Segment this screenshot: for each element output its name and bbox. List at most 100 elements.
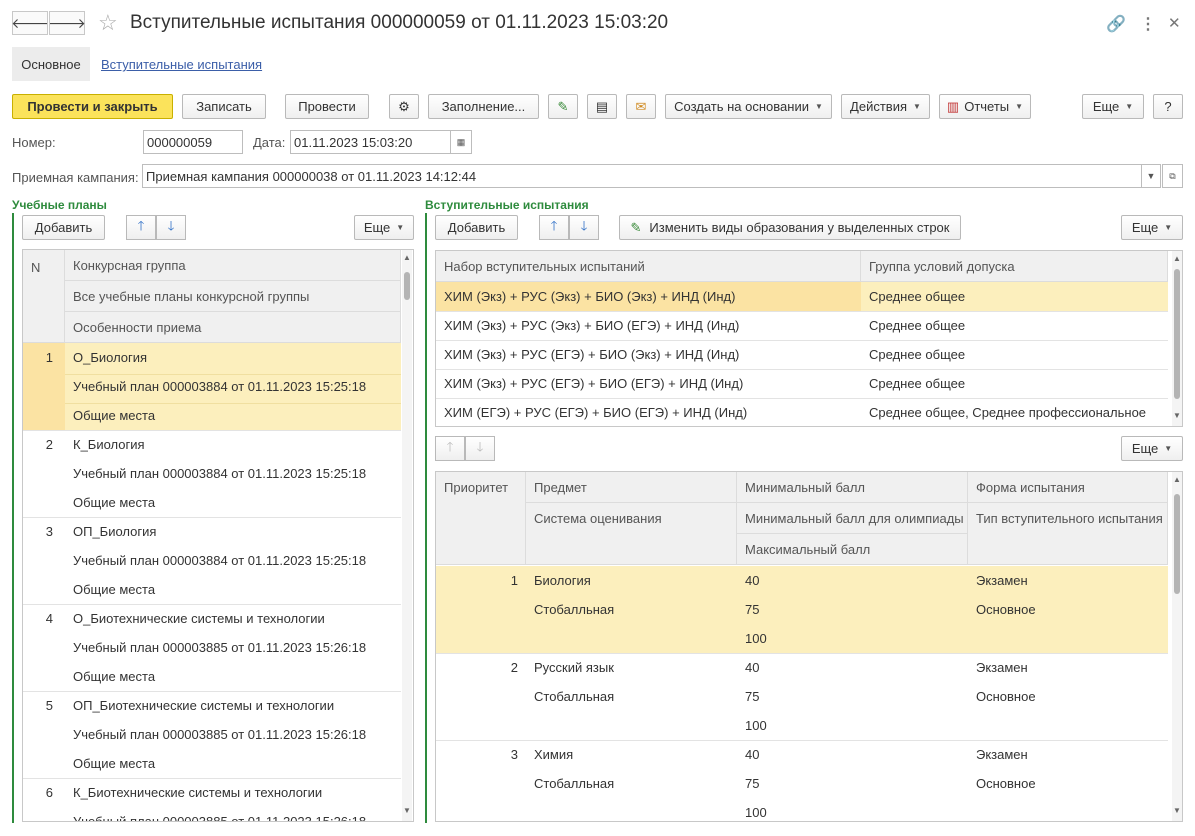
admission-features-cell[interactable]: Общие места xyxy=(65,488,401,517)
post-button[interactable]: Провести xyxy=(285,94,369,119)
move-up-icon[interactable]: 🡑 xyxy=(435,436,465,461)
sets-scrollbar[interactable]: ▲ ▼ xyxy=(1172,251,1182,426)
more-vertical-icon[interactable]: ⋮ xyxy=(1140,14,1156,34)
study-plan-cell[interactable]: Учебный план 000003884 от 01.11.2023 15:… xyxy=(65,546,401,575)
document-icon[interactable]: ▤ xyxy=(587,94,617,119)
post-and-close-button[interactable]: Провести и закрыть xyxy=(12,94,173,119)
row-number[interactable]: 6 xyxy=(23,778,65,807)
min-olympiad-cell[interactable]: 75 xyxy=(737,682,968,711)
row-number[interactable]: 1 xyxy=(23,343,65,372)
mail-icon[interactable]: ✉ xyxy=(626,94,656,119)
actions-button[interactable]: Действия ▼ xyxy=(841,94,930,119)
test-set-cell[interactable]: ХИМ (ЕГЭ) + РУС (ЕГЭ) + БИО (ЕГЭ) + ИНД … xyxy=(436,398,861,426)
header-test-set[interactable]: Набор вступительных испытаний xyxy=(436,251,861,282)
test-form-cell[interactable]: Экзамен xyxy=(968,653,1168,682)
edit-history-icon[interactable]: ✎ xyxy=(548,94,578,119)
row-number[interactable]: 5 xyxy=(23,691,65,720)
grading-system-cell[interactable]: Стобалльная xyxy=(526,682,737,711)
right-add-button[interactable]: Добавить xyxy=(435,215,518,240)
competitive-group-cell[interactable]: О_Биотехнические системы и технологии xyxy=(65,604,401,633)
write-button[interactable]: Записать xyxy=(182,94,266,119)
reports-button[interactable]: ▥ Отчеты ▼ xyxy=(939,94,1031,119)
admission-conditions-cell[interactable]: Среднее общее xyxy=(861,340,1168,369)
date-field[interactable]: 01.11.2023 15:03:20 xyxy=(290,130,451,154)
test-set-cell[interactable]: ХИМ (Экз) + РУС (Экз) + БИО (Экз) + ИНД … xyxy=(436,282,861,311)
left-scrollbar[interactable]: ▲ ▼ xyxy=(402,250,412,821)
admission-features-cell[interactable]: Общие места xyxy=(65,575,401,604)
test-set-cell[interactable]: ХИМ (Экз) + РУС (Экз) + БИО (ЕГЭ) + ИНД … xyxy=(436,311,861,340)
priority-cell[interactable]: 3 xyxy=(436,740,526,769)
competitive-group-cell[interactable]: К_Биотехнические системы и технологии xyxy=(65,778,401,807)
left-more-button[interactable]: Еще ▼ xyxy=(354,215,414,240)
row-number[interactable]: 3 xyxy=(23,517,65,546)
header-admission-features[interactable]: Особенности приема xyxy=(65,312,401,343)
move-up-icon[interactable]: 🡑 xyxy=(539,215,569,240)
subject-cell[interactable]: Русский язык xyxy=(526,653,737,682)
competitive-group-cell[interactable]: К_Биология xyxy=(65,430,401,459)
subject-cell[interactable]: Химия xyxy=(526,740,737,769)
tab-entrance-tests-link[interactable]: Вступительные испытания xyxy=(101,57,262,72)
scroll-thumb[interactable] xyxy=(1174,269,1180,399)
header-min-score[interactable]: Минимальный балл xyxy=(737,472,968,503)
study-plan-cell[interactable]: Учебный план 000003884 от 01.11.2023 15:… xyxy=(65,372,401,401)
test-set-cell[interactable]: ХИМ (Экз) + РУС (ЕГЭ) + БИО (ЕГЭ) + ИНД … xyxy=(436,369,861,398)
campaign-field[interactable]: Приемная кампания 000000038 от 01.11.202… xyxy=(142,164,1142,188)
admission-conditions-cell[interactable]: Среднее общее xyxy=(861,311,1168,340)
change-education-types-button[interactable]: ✎ Изменить виды образования у выделенных … xyxy=(619,215,961,240)
max-score-cell[interactable]: 100 xyxy=(737,711,968,740)
back-button[interactable]: 🡐 xyxy=(11,11,49,35)
link-icon[interactable]: 🔗 xyxy=(1106,14,1126,34)
create-based-button[interactable]: Создать на основании ▼ xyxy=(665,94,832,119)
header-n[interactable]: N xyxy=(23,250,65,343)
header-admission-conditions[interactable]: Группа условий допуска xyxy=(861,251,1168,282)
admission-conditions-cell[interactable]: Среднее общее xyxy=(861,282,1168,311)
study-plan-cell[interactable]: Учебный план 000003884 от 01.11.2023 15:… xyxy=(65,459,401,488)
scroll-thumb[interactable] xyxy=(404,272,410,300)
max-score-cell[interactable]: 100 xyxy=(737,798,968,821)
study-plan-cell[interactable]: Учебный план 000003885 от 01.11.2023 15:… xyxy=(65,633,401,662)
min-olympiad-cell[interactable]: 75 xyxy=(737,595,968,624)
competitive-group-cell[interactable]: ОП_Биотехнические системы и технологии xyxy=(65,691,401,720)
subjects-more-button[interactable]: Еще ▼ xyxy=(1121,436,1183,461)
scroll-up-icon[interactable]: ▲ xyxy=(1172,254,1182,263)
min-score-cell[interactable]: 40 xyxy=(737,740,968,769)
scroll-down-icon[interactable]: ▼ xyxy=(402,806,412,815)
test-type-cell[interactable]: Основное xyxy=(968,595,1168,624)
header-test-form[interactable]: Форма испытания xyxy=(968,472,1168,503)
right-more-button[interactable]: Еще ▼ xyxy=(1121,215,1183,240)
move-up-icon[interactable]: 🡑 xyxy=(126,215,156,240)
study-plan-cell[interactable]: Учебный план 000003885 от 01.11.2023 15:… xyxy=(65,807,401,821)
header-max-score[interactable]: Максимальный балл xyxy=(737,534,968,565)
max-score-cell[interactable]: 100 xyxy=(737,624,968,653)
calendar-icon[interactable]: ▦ xyxy=(450,130,472,154)
header-all-plans[interactable]: Все учебные планы конкурсной группы xyxy=(65,281,401,312)
scroll-down-icon[interactable]: ▼ xyxy=(1172,806,1182,815)
test-type-cell[interactable]: Основное xyxy=(968,769,1168,798)
row-number[interactable]: 2 xyxy=(23,430,65,459)
header-test-type[interactable]: Тип вступительного испытания xyxy=(968,503,1168,565)
open-icon[interactable]: ⧉ xyxy=(1162,164,1183,188)
grading-system-cell[interactable]: Стобалльная xyxy=(526,595,737,624)
min-olympiad-cell[interactable]: 75 xyxy=(737,769,968,798)
header-min-olympiad[interactable]: Минимальный балл для олимпиады xyxy=(737,503,968,534)
min-score-cell[interactable]: 40 xyxy=(737,566,968,595)
admission-conditions-cell[interactable]: Среднее общее xyxy=(861,369,1168,398)
test-type-cell[interactable]: Основное xyxy=(968,682,1168,711)
chevron-down-icon[interactable]: ▼ xyxy=(1141,164,1161,188)
star-icon[interactable]: ☆ xyxy=(98,10,118,36)
admission-conditions-cell[interactable]: Среднее общее, Среднее профессиональное xyxy=(861,398,1168,426)
test-form-cell[interactable]: Экзамен xyxy=(968,566,1168,595)
row-number[interactable]: 4 xyxy=(23,604,65,633)
header-subject[interactable]: Предмет xyxy=(526,472,737,503)
close-icon[interactable]: ✕ xyxy=(1168,14,1181,32)
priority-cell[interactable]: 2 xyxy=(436,653,526,682)
scroll-down-icon[interactable]: ▼ xyxy=(1172,411,1182,420)
header-priority[interactable]: Приоритет xyxy=(436,472,526,565)
header-grading-system[interactable]: Система оценивания xyxy=(526,503,737,565)
move-down-icon[interactable]: 🡓 xyxy=(156,215,186,240)
settings-doc-icon[interactable]: ⚙ xyxy=(389,94,419,119)
grading-system-cell[interactable]: Стобалльная xyxy=(526,769,737,798)
competitive-group-cell[interactable]: О_Биология xyxy=(65,343,401,372)
fill-button[interactable]: Заполнение... xyxy=(428,94,539,119)
scroll-up-icon[interactable]: ▲ xyxy=(1172,475,1182,484)
